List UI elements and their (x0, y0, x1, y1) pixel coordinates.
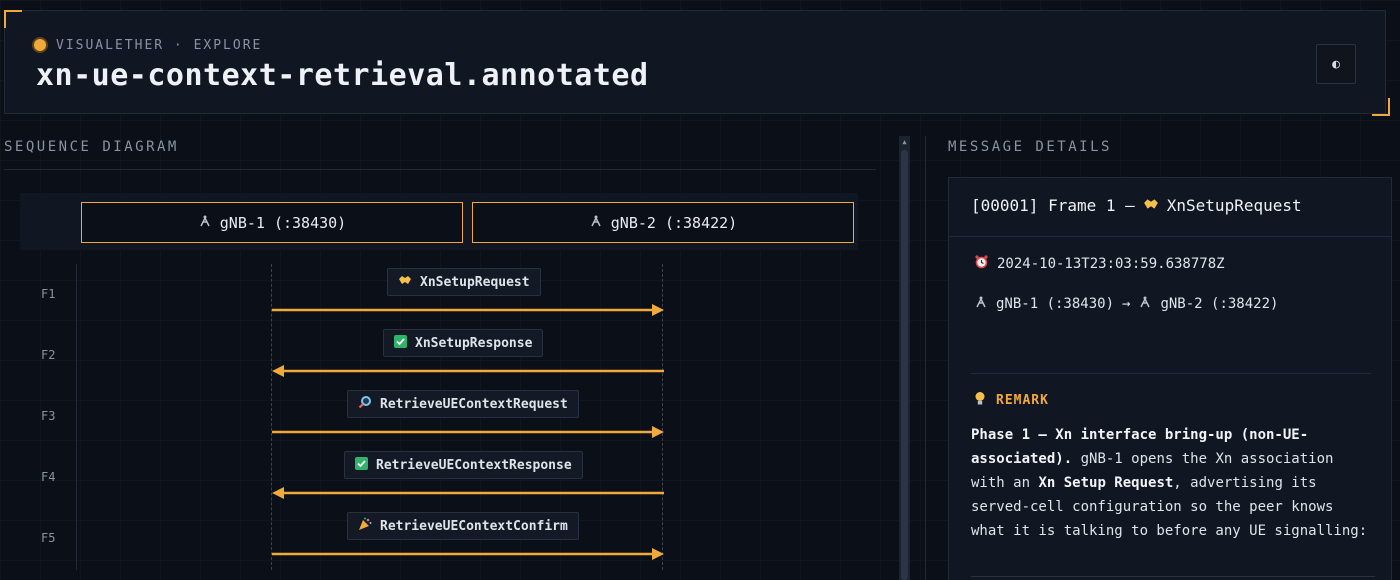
handshake-icon (1143, 196, 1159, 215)
participant-label: gNB-2 (:38422) (610, 213, 738, 232)
message-arrow-f1[interactable] (270, 303, 666, 317)
detail-timestamp-row: 2024-10-13T23:03:59.638778Z (974, 254, 1225, 273)
antenna-icon (589, 214, 603, 232)
diagram-scrollbar[interactable]: ▲ (899, 136, 910, 580)
message-text: XnSetupRequest (420, 274, 530, 290)
check-icon (355, 456, 368, 474)
antenna-icon (1138, 295, 1152, 313)
sequence-heading-divider (4, 169, 876, 170)
message-label-xnsetuprequest[interactable]: XnSetupRequest (387, 268, 541, 296)
theme-toggle-button[interactable]: ◐ (1316, 44, 1356, 84)
antenna-icon (198, 214, 212, 232)
corner-accent-bottom-right (1372, 98, 1390, 116)
lightbulb-icon (974, 391, 986, 410)
party-icon (358, 517, 372, 535)
message-text: XnSetupResponse (415, 335, 533, 351)
remark-label: REMARK (996, 393, 1049, 408)
detail-title: [00001] Frame 1 — XnSetupRequest (971, 196, 1302, 215)
breadcrumb-text: VISUALETHER · EXPLORE (56, 37, 263, 53)
scroll-up-arrow-icon[interactable]: ▲ (899, 138, 910, 146)
participant-label: gNB-1 (:38430) (219, 213, 347, 232)
detail-title-message: XnSetupRequest (1166, 196, 1302, 215)
panel-divider (925, 136, 926, 580)
detail-title-divider (949, 236, 1391, 237)
remark-text: Phase 1 — Xn interface bring-up (non-UE-… (971, 423, 1375, 543)
message-text: RetrieveUEContextRequest (380, 396, 568, 412)
participant-gnb-2[interactable]: gNB-2 (:38422) (472, 202, 854, 243)
message-details-panel: [00001] Frame 1 — XnSetupRequest 2024-10… (948, 177, 1392, 580)
route-arrow: → (1122, 296, 1131, 312)
message-label-xnsetupresponse[interactable]: XnSetupResponse (383, 329, 544, 357)
message-label-retrieveuecontextrequest[interactable]: RetrieveUEContextRequest (347, 390, 579, 418)
frame-label-f4: F4 (41, 470, 56, 484)
remark-bottom-divider (971, 576, 1375, 577)
remark-divider (971, 373, 1371, 374)
detail-timestamp: 2024-10-13T23:03:59.638778Z (997, 255, 1225, 272)
alarm-clock-icon (974, 254, 989, 273)
status-dot-icon (34, 39, 46, 51)
sequence-diagram-heading: SEQUENCE DIAGRAM (4, 139, 179, 155)
frame-axis (76, 264, 77, 570)
breadcrumb: VISUALETHER · EXPLORE (34, 36, 262, 54)
check-icon (394, 334, 407, 352)
participant-gnb-1[interactable]: gNB-1 (:38430) (81, 202, 463, 243)
detail-from: gNB-1 (:38430) (996, 296, 1115, 312)
magnifier-icon (358, 395, 372, 413)
message-arrow-f4[interactable] (270, 486, 666, 500)
handshake-icon (398, 274, 412, 290)
message-arrow-f3[interactable] (270, 425, 666, 439)
detail-title-prefix: [00001] Frame 1 — (971, 196, 1135, 215)
detail-route-row: gNB-1 (:38430) → gNB-2 (:38422) (974, 295, 1278, 313)
corner-accent-top-left (4, 10, 22, 28)
remark-bold-message: Xn Setup Request (1038, 475, 1174, 491)
message-arrow-f2[interactable] (270, 364, 666, 378)
scrollbar-thumb[interactable] (901, 150, 908, 580)
frame-label-f3: F3 (41, 409, 56, 423)
frame-label-f5: F5 (41, 531, 56, 545)
message-text: RetrieveUEContextResponse (376, 457, 572, 473)
message-label-retrieveuecontextresponse[interactable]: RetrieveUEContextResponse (344, 451, 583, 479)
antenna-icon (974, 295, 988, 313)
page-title: xn-ue-context-retrieval.annotated (36, 58, 649, 93)
message-label-retrieveuecontextconfirm[interactable]: RetrieveUEContextConfirm (347, 512, 579, 540)
message-arrow-f5[interactable] (270, 547, 666, 561)
contrast-icon: ◐ (1332, 56, 1340, 72)
detail-to: gNB-2 (:38422) (1160, 296, 1279, 312)
message-details-heading: MESSAGE DETAILS (948, 139, 1112, 155)
message-text: RetrieveUEContextConfirm (380, 518, 568, 534)
frame-label-f2: F2 (41, 348, 56, 362)
remark-heading: REMARK (974, 391, 1049, 410)
frame-label-f1: F1 (41, 287, 56, 301)
